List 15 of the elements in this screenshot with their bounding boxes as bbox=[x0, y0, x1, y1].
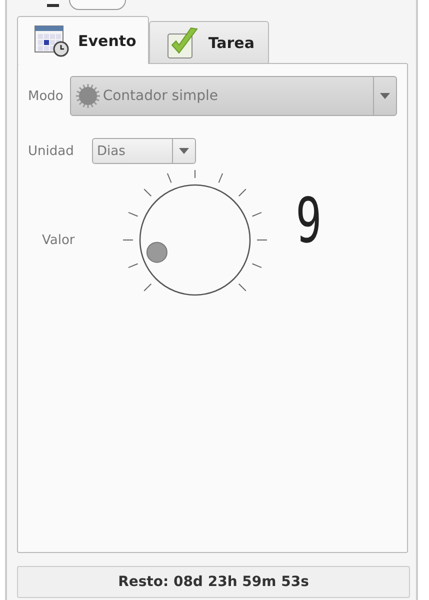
tab[interactable]: Tarea bbox=[149, 21, 270, 63]
dial-handle[interactable] bbox=[146, 242, 168, 263]
mode-label: Modo bbox=[28, 88, 64, 104]
tab[interactable]: Evento bbox=[17, 16, 150, 64]
caret-icon bbox=[380, 93, 390, 99]
value-label: Valor bbox=[41, 232, 76, 248]
knob-icon bbox=[74, 83, 101, 109]
checkmark-icon bbox=[166, 26, 200, 60]
unit-dropdown[interactable]: Dias bbox=[92, 138, 196, 164]
calendar-clock-icon bbox=[34, 24, 70, 58]
status-bar: Resto: 08d 23h 59m 53s bbox=[17, 566, 410, 598]
digital-readout: 9 bbox=[296, 184, 322, 256]
rotary-dial[interactable] bbox=[122, 170, 268, 296]
unit-label: Unidad bbox=[28, 144, 75, 158]
caret-icon bbox=[179, 148, 189, 154]
